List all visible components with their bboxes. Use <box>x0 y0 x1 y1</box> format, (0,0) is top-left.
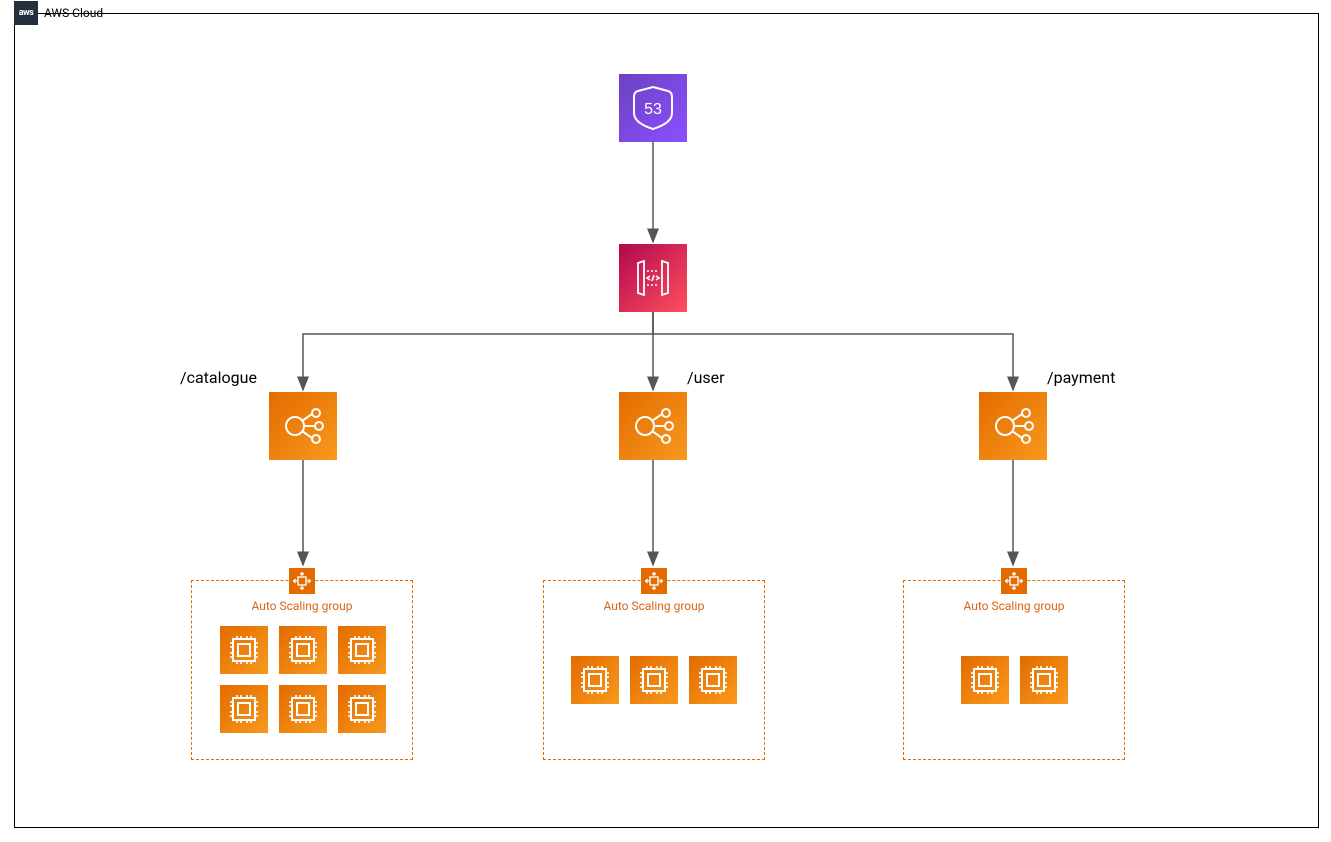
autoscaling-group-payment: Auto Scaling group <box>903 580 1125 760</box>
path-label-payment: /payment <box>1047 368 1115 387</box>
elb-payment-icon <box>979 392 1047 460</box>
diagram-canvas: 53 /catalogue /user /payment <box>15 14 1318 827</box>
autoscaling-group-catalogue: Auto Scaling group <box>191 580 413 760</box>
autoscaling-icon <box>641 568 667 594</box>
autoscaling-group-label: Auto Scaling group <box>603 599 704 613</box>
autoscaling-group-user: Auto Scaling group <box>543 580 765 760</box>
path-label-catalogue: /catalogue <box>180 368 257 387</box>
ec2-instance-icon <box>630 656 678 704</box>
ec2-instance-icon <box>1020 656 1068 704</box>
autoscaling-group-label: Auto Scaling group <box>251 599 352 613</box>
ec2-instance-icon <box>961 656 1009 704</box>
ec2-grid-catalogue <box>192 626 414 733</box>
ec2-instance-icon <box>279 685 327 733</box>
ec2-instance-icon <box>571 656 619 704</box>
connector-apigateway-catalogue <box>303 312 653 390</box>
ec2-instance-icon <box>279 626 327 674</box>
svg-text:53: 53 <box>644 101 662 118</box>
ec2-instance-icon <box>338 685 386 733</box>
ec2-grid-payment <box>904 656 1124 704</box>
path-label-user: /user <box>687 368 725 387</box>
route53-icon: 53 <box>619 74 687 142</box>
autoscaling-icon <box>289 568 315 594</box>
elb-user-icon <box>619 392 687 460</box>
ec2-instance-icon <box>220 626 268 674</box>
ec2-grid-user <box>544 656 764 704</box>
ec2-instance-icon <box>689 656 737 704</box>
api-gateway-icon <box>619 244 687 312</box>
ec2-instance-icon <box>338 626 386 674</box>
autoscaling-icon <box>1001 568 1027 594</box>
autoscaling-group-label: Auto Scaling group <box>963 599 1064 613</box>
elb-catalogue-icon <box>269 392 337 460</box>
ec2-instance-icon <box>220 685 268 733</box>
aws-cloud-frame: aws AWS Cloud <box>14 13 1319 828</box>
